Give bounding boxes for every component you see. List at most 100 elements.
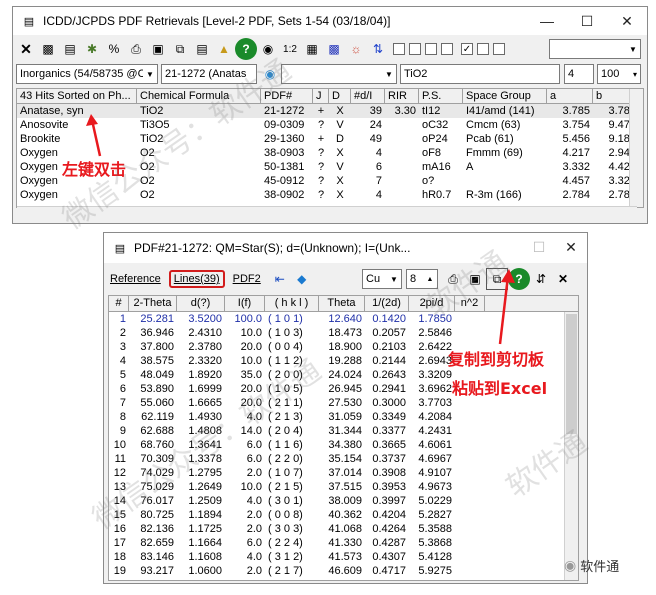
results-col-header[interactable]: RIR bbox=[385, 89, 419, 103]
tab-pdf2[interactable]: PDF2 bbox=[231, 270, 263, 288]
scroll-thumb[interactable] bbox=[566, 314, 577, 434]
results-cell: 4.457 bbox=[562, 175, 590, 187]
lines-row[interactable]: 9 62.688 1.4808 14.0 ( 2 0 4) 31.344 0.3377 4.2… bbox=[109, 424, 578, 438]
results-cell: V bbox=[336, 161, 344, 173]
lines-row[interactable]: 17 82.659 1.1664 6.0 ( 2 2 4) 41.330 0.4287 5.3… bbox=[109, 536, 578, 550]
results-col-header[interactable]: PDF# bbox=[261, 89, 313, 103]
lines-col-header[interactable]: 2-Theta bbox=[129, 296, 177, 311]
globe-icon[interactable]: ◉ bbox=[259, 63, 281, 85]
lines-col-header[interactable]: Theta bbox=[319, 296, 365, 311]
results-row[interactable]: Brookite TiO2 29-1360 + D 49 oP24 Pcab (61) 5.45… bbox=[17, 132, 643, 146]
results-cell: 39 bbox=[369, 105, 382, 117]
option-checkbox-6[interactable] bbox=[477, 43, 489, 55]
lines-col-header[interactable]: I(f) bbox=[225, 296, 265, 311]
formula-filter-select[interactable]: ▼ bbox=[281, 64, 397, 84]
results-row[interactable]: Oxygen O2 38-0902? X 4 hR0.7 R-3m (166) 2.784 2.… bbox=[17, 188, 643, 202]
lines-vscrollbar[interactable] bbox=[564, 312, 578, 580]
results-row[interactable]: Anatase, syn TiO2 21-1272 + X 39 3.30 tI12 I41/a… bbox=[17, 104, 643, 118]
help-icon[interactable]: ? bbox=[235, 38, 257, 60]
wavelength-stepper[interactable]: 8 ▲ bbox=[406, 269, 438, 289]
open-folder-icon[interactable]: ▲ bbox=[213, 38, 235, 60]
results-vscrollbar[interactable] bbox=[629, 89, 643, 207]
lines-col-header[interactable]: d(?) bbox=[177, 296, 225, 311]
number-input-2[interactable]: 100 ▾ bbox=[597, 64, 641, 84]
lines-row[interactable]: 1 25.281 3.5200 100.0 ( 1 0 1) 12.640 0.1420 1.… bbox=[109, 312, 578, 326]
close-x-icon[interactable]: ✕ bbox=[15, 38, 37, 60]
chart-icon[interactable]: ▩ bbox=[37, 38, 59, 60]
diamond-icon[interactable]: ◆ bbox=[291, 268, 313, 290]
lines-col-header[interactable]: n^2 bbox=[455, 296, 485, 311]
close-icon[interactable]: ✕ bbox=[555, 233, 587, 261]
copy-clipboard-icon[interactable]: ⧉ bbox=[486, 268, 508, 290]
save-icon[interactable]: ▣ bbox=[464, 268, 486, 290]
option-checkbox-2[interactable] bbox=[409, 43, 421, 55]
results-col-header[interactable]: a bbox=[547, 89, 593, 103]
option-checkbox-4[interactable] bbox=[441, 43, 453, 55]
print-icon[interactable]: ⎙ bbox=[125, 38, 147, 60]
compare-icon[interactable]: 1:2 bbox=[279, 38, 301, 60]
tab-reference[interactable]: Reference bbox=[108, 270, 163, 288]
skip-icon[interactable]: ⇤ bbox=[269, 268, 291, 290]
results-hscrollbar[interactable] bbox=[17, 206, 637, 219]
pdf-select[interactable]: 21-1272 (Anatas bbox=[161, 64, 257, 84]
lines-cell: 3.6962 bbox=[418, 383, 452, 395]
results-cell: D bbox=[336, 133, 344, 145]
find-icon[interactable]: ◉ bbox=[257, 38, 279, 60]
results-col-header[interactable]: Space Group bbox=[463, 89, 547, 103]
color-icon[interactable]: ▩ bbox=[323, 38, 345, 60]
pattern-icon[interactable]: ✱ bbox=[81, 38, 103, 60]
list-icon[interactable]: ▤ bbox=[59, 38, 81, 60]
results-col-header[interactable]: 43 Hits Sorted on Ph... bbox=[17, 89, 137, 103]
lines-row[interactable]: 12 74.029 1.2795 2.0 ( 1 0 7) 37.014 0.3908 4.9… bbox=[109, 466, 578, 480]
maximize-icon[interactable]: ☐ bbox=[567, 7, 607, 35]
toolbar-combo[interactable]: ▼ bbox=[549, 39, 641, 59]
maximize-icon[interactable]: ☐ bbox=[523, 233, 555, 261]
results-col-header[interactable]: Chemical Formula bbox=[137, 89, 261, 103]
lines-cell: 3.5200 bbox=[188, 313, 222, 325]
lines-cell: 82.136 bbox=[140, 523, 174, 535]
lines-row[interactable]: 15 80.725 1.1894 2.0 ( 0 0 8) 40.362 0.4204 5.2… bbox=[109, 508, 578, 522]
results-col-header[interactable]: P.S. bbox=[419, 89, 463, 103]
database-select[interactable]: Inorganics (54/58735 @C ▼ bbox=[16, 64, 158, 84]
option-checkbox-3[interactable] bbox=[425, 43, 437, 55]
option-checkbox-5[interactable]: ✓ bbox=[461, 43, 473, 55]
option-checkbox-7[interactable] bbox=[493, 43, 505, 55]
lines-row[interactable]: 16 82.136 1.1725 2.0 ( 3 0 3) 41.068 0.4264 5.3… bbox=[109, 522, 578, 536]
option-checkbox-1[interactable] bbox=[393, 43, 405, 55]
updown-icon[interactable]: ⇵ bbox=[530, 268, 552, 290]
radiation-select[interactable]: Cu ▼ bbox=[362, 269, 402, 289]
lines-row[interactable]: 14 76.017 1.2509 4.0 ( 3 0 1) 38.009 0.3997 5.0… bbox=[109, 494, 578, 508]
lines-row[interactable]: 8 62.119 1.4930 4.0 ( 2 1 3) 31.059 0.3349 4.20… bbox=[109, 410, 578, 424]
results-row[interactable]: Anosovite Ti3O5 09-0309? V 24 oC32 Cmcm (63) 3.… bbox=[17, 118, 643, 132]
print-icon[interactable]: ⎙ bbox=[442, 268, 464, 290]
formula-input[interactable]: TiO2 bbox=[400, 64, 560, 84]
lines-col-header[interactable]: ( h k l ) bbox=[265, 296, 319, 311]
lines-col-header[interactable]: 1/(2d) bbox=[365, 296, 409, 311]
results-col-header[interactable]: D bbox=[329, 89, 351, 103]
minimize-icon[interactable]: — bbox=[527, 7, 567, 35]
sort-icon[interactable]: ⇅ bbox=[367, 38, 389, 60]
save-icon[interactable]: ▣ bbox=[147, 38, 169, 60]
lines-cell: 4.6967 bbox=[418, 453, 452, 465]
lines-row[interactable]: 10 68.760 1.3641 6.0 ( 1 1 6) 34.380 0.3665 4.6… bbox=[109, 438, 578, 452]
lines-col-header[interactable]: 2pi/d bbox=[409, 296, 455, 311]
settings-icon[interactable]: ☼ bbox=[345, 38, 367, 60]
results-col-header[interactable]: J bbox=[313, 89, 329, 103]
help-icon[interactable]: ? bbox=[508, 268, 530, 290]
lines-cell: 6.0 bbox=[246, 439, 262, 451]
copy-icon[interactable]: ⧉ bbox=[169, 38, 191, 60]
number-input-1[interactable]: 4 bbox=[564, 64, 594, 84]
close-x-icon[interactable]: ✕ bbox=[552, 268, 574, 290]
lines-row[interactable]: 19 93.217 1.0600 2.0 ( 2 1 7) 46.609 0.4717 5.9… bbox=[109, 564, 578, 578]
results-col-header[interactable]: #d/I bbox=[351, 89, 385, 103]
lines-row[interactable]: 18 83.146 1.1608 4.0 ( 3 1 2) 41.573 0.4307 5.4… bbox=[109, 550, 578, 564]
tab-lines[interactable]: Lines(39) bbox=[168, 270, 225, 288]
lines-row[interactable]: 11 70.309 1.3378 6.0 ( 2 2 0) 35.154 0.3737 4.6… bbox=[109, 452, 578, 466]
lines-row[interactable]: 13 75.029 1.2649 10.0 ( 2 1 5) 37.515 0.3953 4.… bbox=[109, 480, 578, 494]
lines-row[interactable]: 2 36.946 2.4310 10.0 ( 1 0 3) 18.473 0.2057 2.5… bbox=[109, 326, 578, 340]
grid-icon[interactable]: ▦ bbox=[301, 38, 323, 60]
percent-icon[interactable]: % bbox=[103, 38, 125, 60]
close-icon[interactable]: ✕ bbox=[607, 7, 647, 35]
lines-col-header[interactable]: # bbox=[109, 296, 129, 311]
paste-icon[interactable]: ▤ bbox=[191, 38, 213, 60]
